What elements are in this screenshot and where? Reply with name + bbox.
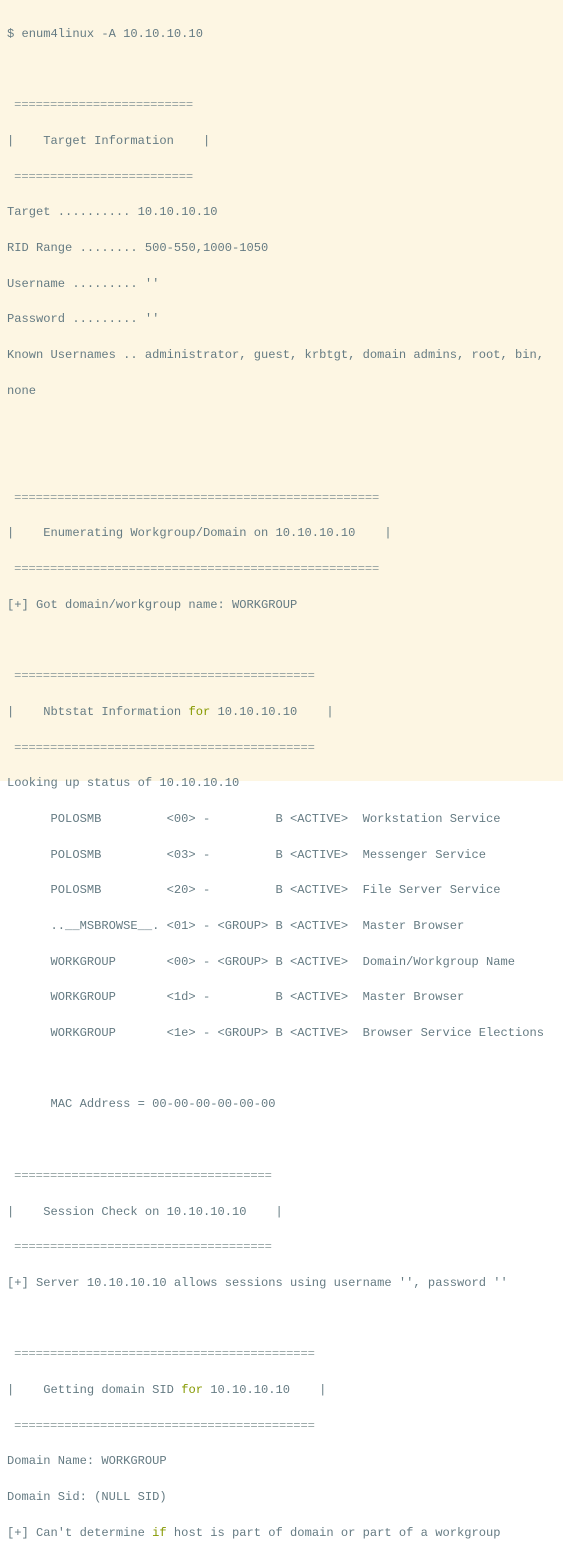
section-rule: ========================================…	[7, 740, 315, 755]
section-rule: ========================================…	[7, 1418, 315, 1433]
section-title-nbtstat: | Nbtstat Information for 10.10.10.10 |	[7, 704, 563, 722]
keyword-for: for	[188, 704, 211, 719]
terminal-output: $ enum4linux -A 10.10.10.10 ============…	[0, 0, 563, 1540]
field-value: ''	[137, 276, 160, 291]
nbtstat-lookup: Looking up status of 10.10.10.10	[7, 776, 240, 791]
field-target: Target .......... 10.10.10.10	[7, 204, 563, 222]
title-text: | Nbtstat Information	[7, 704, 189, 719]
section-rule: ========================================…	[7, 1347, 315, 1362]
field-value: administrator, guest, krbtgt, domain adm…	[137, 348, 545, 363]
nbtstat-row: POLOSMB <20> - B <ACTIVE> File Server Se…	[7, 883, 501, 898]
nbtstat-row: ..__MSBROWSE__. <01> - <GROUP> B <ACTIVE…	[7, 919, 465, 934]
section-rule: ========================================…	[7, 669, 315, 684]
result-text: [+] Can't determine	[7, 1525, 153, 1540]
field-username: Username ......... ''	[7, 276, 563, 294]
section-title-session: | Session Check on 10.10.10.10 |	[7, 1204, 283, 1219]
title-text: 10.10.10.10 |	[210, 704, 334, 719]
title-text: | Getting domain SID	[7, 1382, 182, 1397]
field-rid-range: RID Range ........ 500-550,1000-1050	[7, 240, 563, 258]
field-label: Password .........	[7, 312, 138, 327]
field-password: Password ......... ''	[7, 311, 563, 329]
field-value: 500-550,1000-1050	[137, 240, 269, 255]
nbtstat-row: WORKGROUP <00> - <GROUP> B <ACTIVE> Doma…	[7, 954, 516, 969]
nbtstat-row: POLOSMB <00> - B <ACTIVE> Workstation Se…	[7, 811, 501, 826]
section-rule: =========================	[7, 169, 194, 184]
workgroup-result: [+] Got domain/workgroup name: WORKGROUP	[7, 597, 298, 612]
keyword-for: for	[181, 1382, 203, 1397]
section-rule: =========================	[7, 98, 194, 113]
field-known-usernames-wrap: none	[7, 383, 37, 398]
nbtstat-row: WORKGROUP <1d> - B <ACTIVE> Master Brows…	[7, 990, 465, 1005]
field-value: 10.10.10.10	[130, 205, 218, 220]
title-text: 10.10.10.10 |	[202, 1382, 327, 1397]
mac-address: MAC Address = 00-00-00-00-00-00	[7, 1097, 276, 1112]
field-known-usernames: Known Usernames .. administrator, guest,…	[7, 347, 563, 365]
field-value: ''	[137, 312, 160, 327]
result-text: host is part of domain or part of a work…	[166, 1525, 501, 1540]
section-rule: ========================================…	[7, 490, 380, 505]
field-label: Target ..........	[7, 205, 131, 220]
field-label: Known Usernames ..	[7, 348, 138, 363]
section-rule: ====================================	[7, 1168, 272, 1183]
section-title-workgroup: | Enumerating Workgroup/Domain on 10.10.…	[7, 526, 392, 541]
section-title-target-information: | Target Information |	[7, 133, 211, 148]
section-rule: ====================================	[7, 1240, 272, 1255]
nbtstat-row: WORKGROUP <1e> - <GROUP> B <ACTIVE> Brow…	[7, 1026, 545, 1041]
keyword-if: if	[152, 1525, 167, 1540]
command-line: $ enum4linux -A 10.10.10.10	[7, 26, 203, 41]
domain-result: [+] Can't determine if host is part of d…	[7, 1525, 563, 1543]
domain-sid: Domain Sid: (NULL SID)	[7, 1490, 167, 1505]
field-label: Username .........	[7, 276, 138, 291]
section-rule: ========================================…	[7, 562, 380, 577]
field-label: RID Range ........	[7, 240, 138, 255]
session-result: [+] Server 10.10.10.10 allows sessions u…	[7, 1275, 508, 1290]
section-title-domain-sid: | Getting domain SID for 10.10.10.10 |	[7, 1382, 563, 1400]
domain-name: Domain Name: WORKGROUP	[7, 1454, 167, 1469]
nbtstat-row: POLOSMB <03> - B <ACTIVE> Messenger Serv…	[7, 847, 486, 862]
